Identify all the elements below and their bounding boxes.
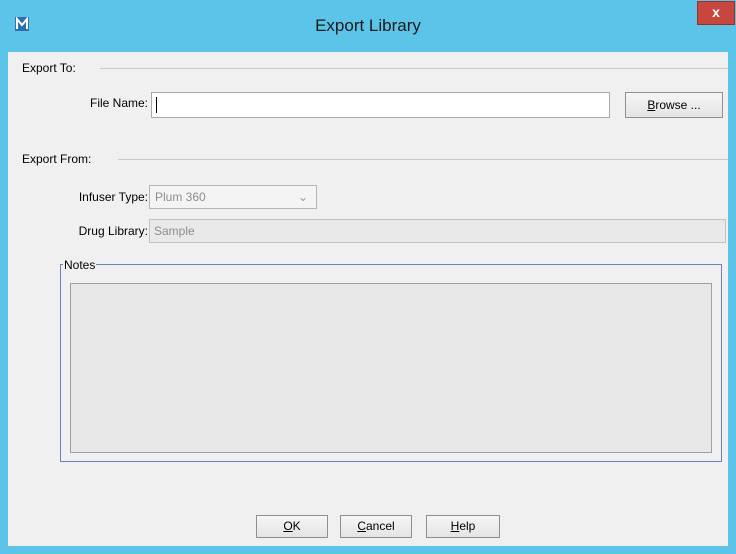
help-label: elp [459,519,476,533]
infuser-type-select[interactable]: Plum 360 ⌄ [149,185,317,209]
drug-library-field: Sample [149,219,726,243]
export-from-label: Export From: [22,152,98,166]
drug-library-value: Sample [154,224,195,238]
export-library-dialog: Export Library x Export To: File Name: B… [0,0,736,554]
text-caret [156,97,157,113]
close-icon: x [712,4,720,20]
browse-button[interactable]: Browse ... [625,92,723,118]
infuser-type-value: Plum 360 [155,190,206,204]
cancel-label: ancel [365,519,395,533]
ok-label: K [292,519,301,533]
notes-label: Notes [63,258,97,272]
dialog-body: Export To: File Name: Browse ... Export … [8,52,728,546]
browse-label: rowse ... [655,98,701,112]
ok-button[interactable]: OK [256,515,328,538]
file-name-label: File Name: [89,96,148,110]
cancel-mnemonic: C [357,519,366,533]
cancel-button[interactable]: Cancel [340,515,412,538]
export-to-label: Export To: [22,61,82,75]
notes-textarea[interactable] [70,283,712,453]
help-button[interactable]: Help [426,515,500,538]
export-from-divider [118,159,728,160]
ok-mnemonic: O [283,519,293,533]
window-title: Export Library [315,16,421,35]
close-button[interactable]: x [697,1,735,25]
export-to-divider [100,68,728,69]
infuser-type-label: Infuser Type: [78,190,148,204]
title-bar[interactable]: Export Library x [0,0,736,52]
drug-library-label: Drug Library: [78,224,148,238]
chevron-down-icon: ⌄ [297,190,308,204]
file-name-input[interactable] [151,92,610,118]
